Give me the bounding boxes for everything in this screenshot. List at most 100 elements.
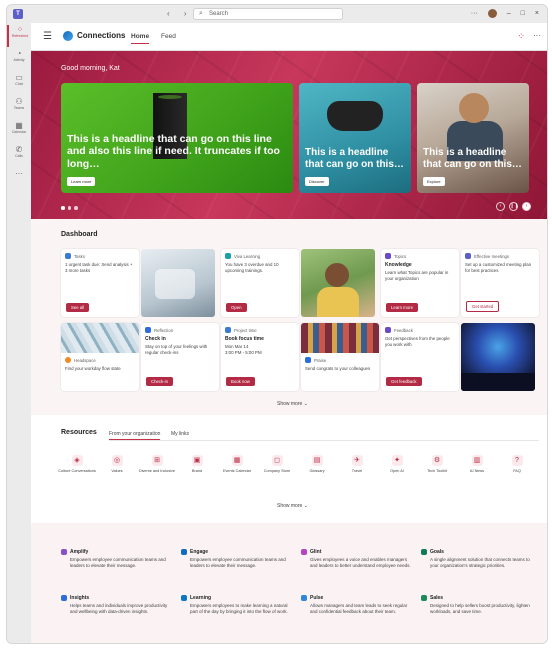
headspace-icon	[65, 357, 71, 363]
chat-icon: ▭	[15, 73, 23, 82]
card-app-name: Reflection	[154, 327, 174, 333]
explore-button[interactable]: Explore	[423, 177, 445, 186]
open-button[interactable]: Open	[226, 303, 247, 312]
left-rail: ⁘ Refreshed ◔ Activity ▭ Chat ⚇ Teams ▦ …	[7, 23, 31, 643]
tasks-icon	[65, 253, 71, 259]
card-app-name: Tasks	[74, 253, 85, 259]
hero-headline: This is a headline that can go on this…	[423, 146, 522, 170]
back-arrow-icon[interactable]: ‹	[167, 9, 176, 18]
praise-icon	[305, 357, 311, 363]
person-head	[459, 93, 489, 123]
news-icon: ▥	[471, 455, 483, 466]
resources-show-more-button[interactable]: Show more ⌄	[277, 503, 308, 509]
goals-icon	[421, 549, 427, 555]
rail-item-calendar[interactable]: ▦ Calendar	[7, 121, 31, 143]
learn-more-button[interactable]: Learn more	[386, 303, 418, 312]
card-text: Stay on top of your feelings with regula…	[145, 344, 208, 355]
carousel-dot[interactable]	[74, 206, 78, 210]
rail-item-refreshed[interactable]: ⁘ Refreshed	[7, 25, 31, 47]
lab-image	[141, 249, 215, 317]
headspace-card[interactable]: Headspace Find your workday flow state	[61, 323, 139, 391]
forward-arrow-icon[interactable]: ›	[184, 9, 193, 18]
tab-feed[interactable]: Feed	[161, 33, 176, 40]
tab-home[interactable]: Home	[131, 33, 150, 44]
tab-my-links[interactable]: My links	[171, 431, 189, 437]
next-icon[interactable]: ›	[522, 202, 531, 211]
engage-icon	[181, 549, 187, 555]
hero-headline: This is a headline that can go on this l…	[67, 132, 280, 171]
avatar[interactable]	[487, 9, 497, 18]
dashboard-title: Dashboard	[61, 231, 98, 238]
pause-icon[interactable]: ❙❙	[509, 202, 518, 211]
card-app-name: Feedback	[394, 327, 413, 333]
app-sales[interactable]: Sales Designed to help sellers boost pro…	[421, 595, 533, 615]
rail-item-chat[interactable]: ▭ Chat	[7, 73, 31, 95]
hero-card-2[interactable]: This is a headline that can go on this… …	[299, 83, 411, 193]
network-icon[interactable]: ⁘	[517, 31, 525, 42]
hero-card-3[interactable]: This is a headline that can go on this… …	[417, 83, 529, 193]
close-icon[interactable]: ×	[535, 10, 539, 17]
card-app-name: Effective meetings	[474, 253, 510, 259]
hamburger-menu-icon[interactable]: ☰	[43, 31, 52, 42]
settings-more-icon[interactable]: ···	[471, 10, 478, 17]
carousel-dot[interactable]	[67, 206, 71, 210]
see-all-button[interactable]: See all	[66, 303, 90, 312]
app-glint[interactable]: Glint Gives employees a voice and enable…	[301, 549, 413, 569]
card-app-name: Praise	[314, 357, 327, 363]
insights-icon	[61, 595, 67, 601]
feedback-card[interactable]: Feedback Get perspectives from the peopl…	[381, 323, 459, 391]
card-title: Book focus time	[225, 336, 264, 342]
project-time-card[interactable]: Project time Book focus time Mon Mar 14 …	[221, 323, 299, 391]
reflection-card[interactable]: Reflection Check in Stay on top of your …	[141, 323, 219, 391]
app-title: Connections	[77, 31, 126, 40]
book-now-button[interactable]: Book now	[226, 377, 255, 386]
carousel-controls: ‹ ❙❙ ›	[496, 202, 531, 211]
calendar-icon: ▦	[15, 121, 23, 130]
previous-icon[interactable]: ‹	[496, 202, 505, 211]
more-icon: ···	[15, 169, 23, 178]
praise-card[interactable]: Praise Send congrats to your colleagues	[301, 323, 379, 391]
hero-card-1[interactable]: This is a headline that can go on this l…	[61, 83, 293, 193]
app-description: A single alignment solution that connect…	[430, 557, 530, 569]
viva-learning-card[interactable]: Viva Learning You have 3 overdue and 10 …	[221, 249, 299, 317]
app-header: ☰ Connections Home Feed ⁘ ···	[31, 23, 547, 51]
learning-icon	[181, 595, 187, 601]
meetings-icon	[465, 253, 471, 259]
app-amplify[interactable]: Amplify Empowers employee communication …	[61, 549, 173, 569]
card-text: You have 3 overdue and 10 upcoming train…	[225, 262, 279, 273]
discover-button[interactable]: Discover	[305, 177, 329, 186]
app-engage[interactable]: Engage Empowers employee communication t…	[181, 549, 293, 569]
rail-item-more[interactable]: ···	[7, 169, 31, 191]
topics-card[interactable]: Topics Knowledge Learn what Topics are p…	[381, 249, 459, 317]
app-learning[interactable]: Learning Empowers employees to make lear…	[181, 595, 293, 615]
card-app-name: Project time	[234, 327, 257, 333]
tasks-card[interactable]: Tasks 1 urgent task due: Send analysis +…	[61, 249, 139, 317]
check-in-button[interactable]: Check-in	[146, 377, 173, 386]
rail-item-activity[interactable]: ◔ Activity	[7, 49, 31, 71]
teams-icon: ⚇	[15, 97, 23, 106]
learn-more-button[interactable]: Learn more	[67, 177, 96, 186]
app-more-icon[interactable]: ···	[533, 31, 541, 40]
carousel-dot[interactable]	[61, 206, 65, 210]
search-input[interactable]: ⌕ Search	[193, 8, 343, 20]
get-feedback-button[interactable]: Get feedback	[386, 377, 422, 386]
card-text: 1 urgent task due: Send analysis + 3 mor…	[65, 262, 133, 273]
app-insights[interactable]: Insights Helps teams and individuals imp…	[61, 595, 173, 615]
app-goals[interactable]: Goals A single alignment solution that c…	[421, 549, 533, 569]
resource-faq[interactable]: ? FAQ	[493, 455, 541, 474]
dashboard-show-more-button[interactable]: Show more ⌄	[277, 401, 308, 407]
maximize-icon[interactable]: □	[521, 10, 525, 17]
inclusive-icon: ⊞	[151, 455, 163, 466]
history-nav: ‹ ›	[167, 9, 193, 18]
card-title: Knowledge	[385, 262, 412, 268]
woman-image	[301, 249, 375, 317]
get-started-button[interactable]: Get started	[466, 301, 500, 312]
rail-item-calls[interactable]: ✆ Calls	[7, 145, 31, 167]
rail-item-teams[interactable]: ⚇ Teams	[7, 97, 31, 119]
minimize-icon[interactable]: –	[507, 10, 511, 17]
app-pulse[interactable]: Pulse Allows managers and team leads to …	[301, 595, 413, 615]
tab-from-your-organization[interactable]: From your organization	[109, 431, 161, 440]
effective-meetings-card[interactable]: Effective meetings Set up a customized m…	[461, 249, 539, 317]
glassware-shape	[155, 269, 195, 299]
game-controller-image	[327, 101, 383, 131]
